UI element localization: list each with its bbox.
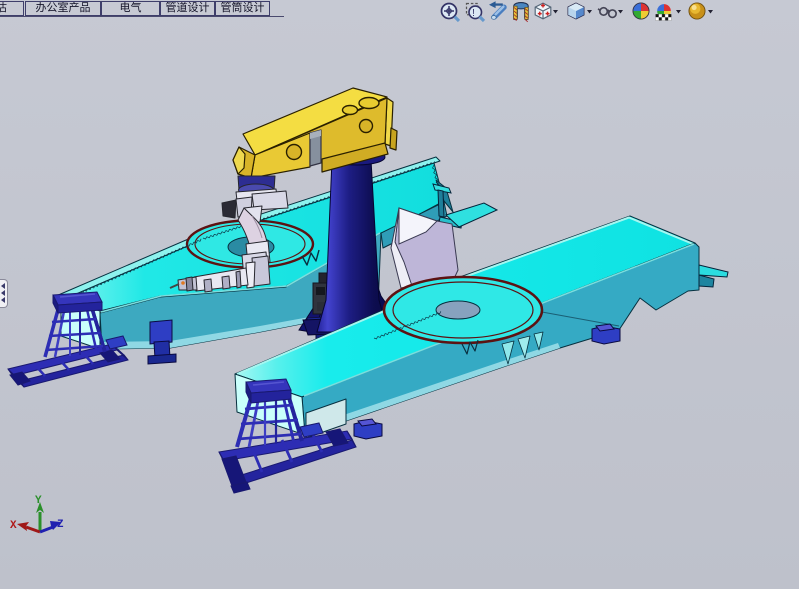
svg-text:Z: Z [57,519,64,531]
svg-text:X: X [10,520,17,532]
svg-text:Y: Y [35,495,42,507]
